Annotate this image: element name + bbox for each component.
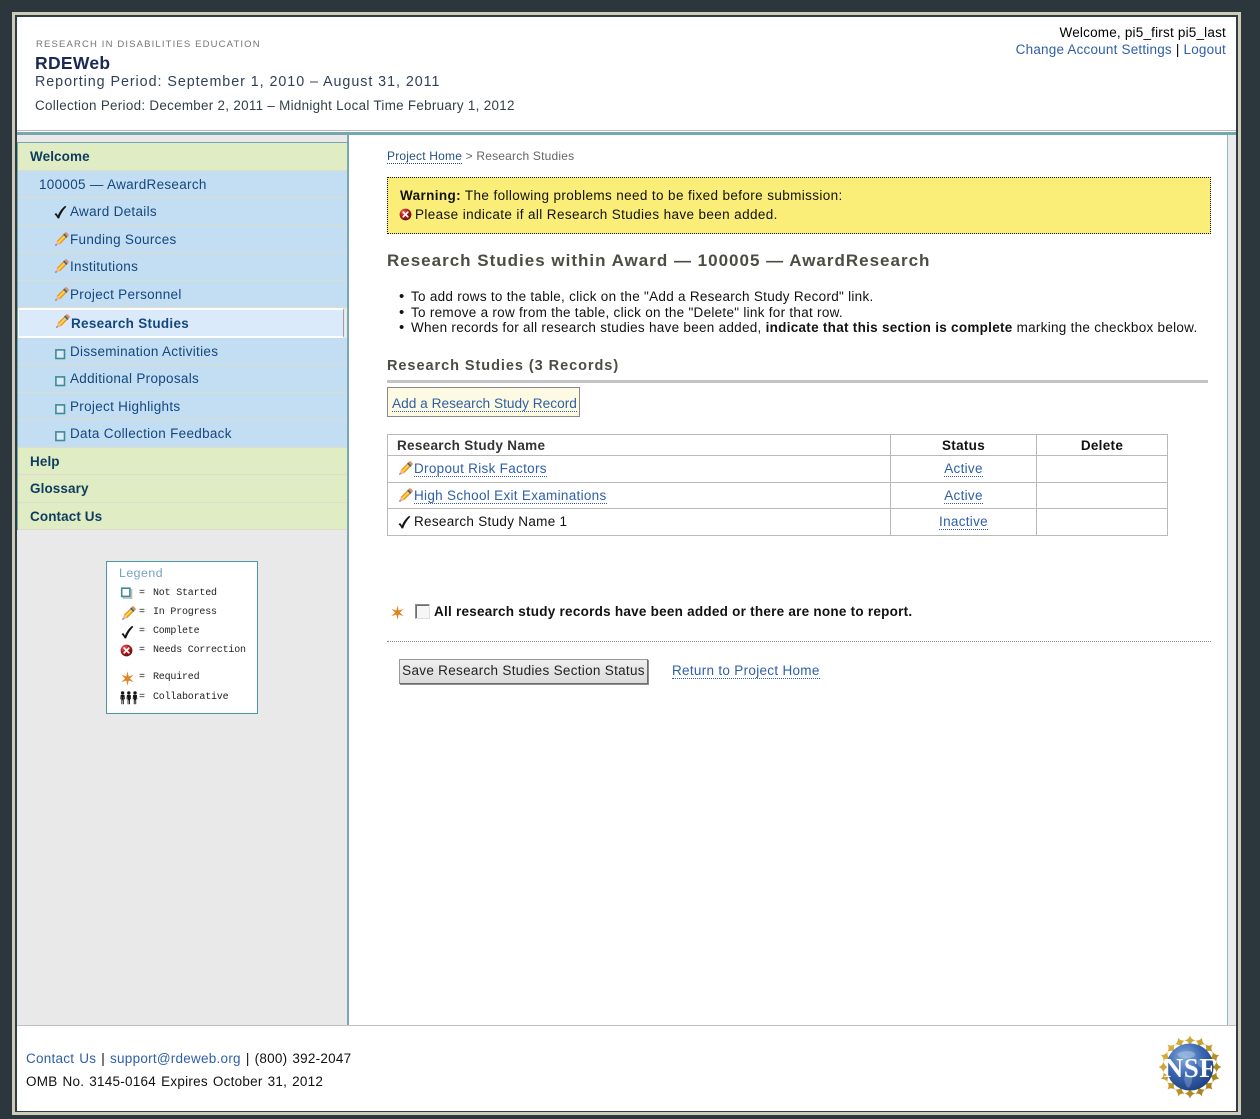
svg-text:NSF: NSF — [1164, 1053, 1217, 1083]
